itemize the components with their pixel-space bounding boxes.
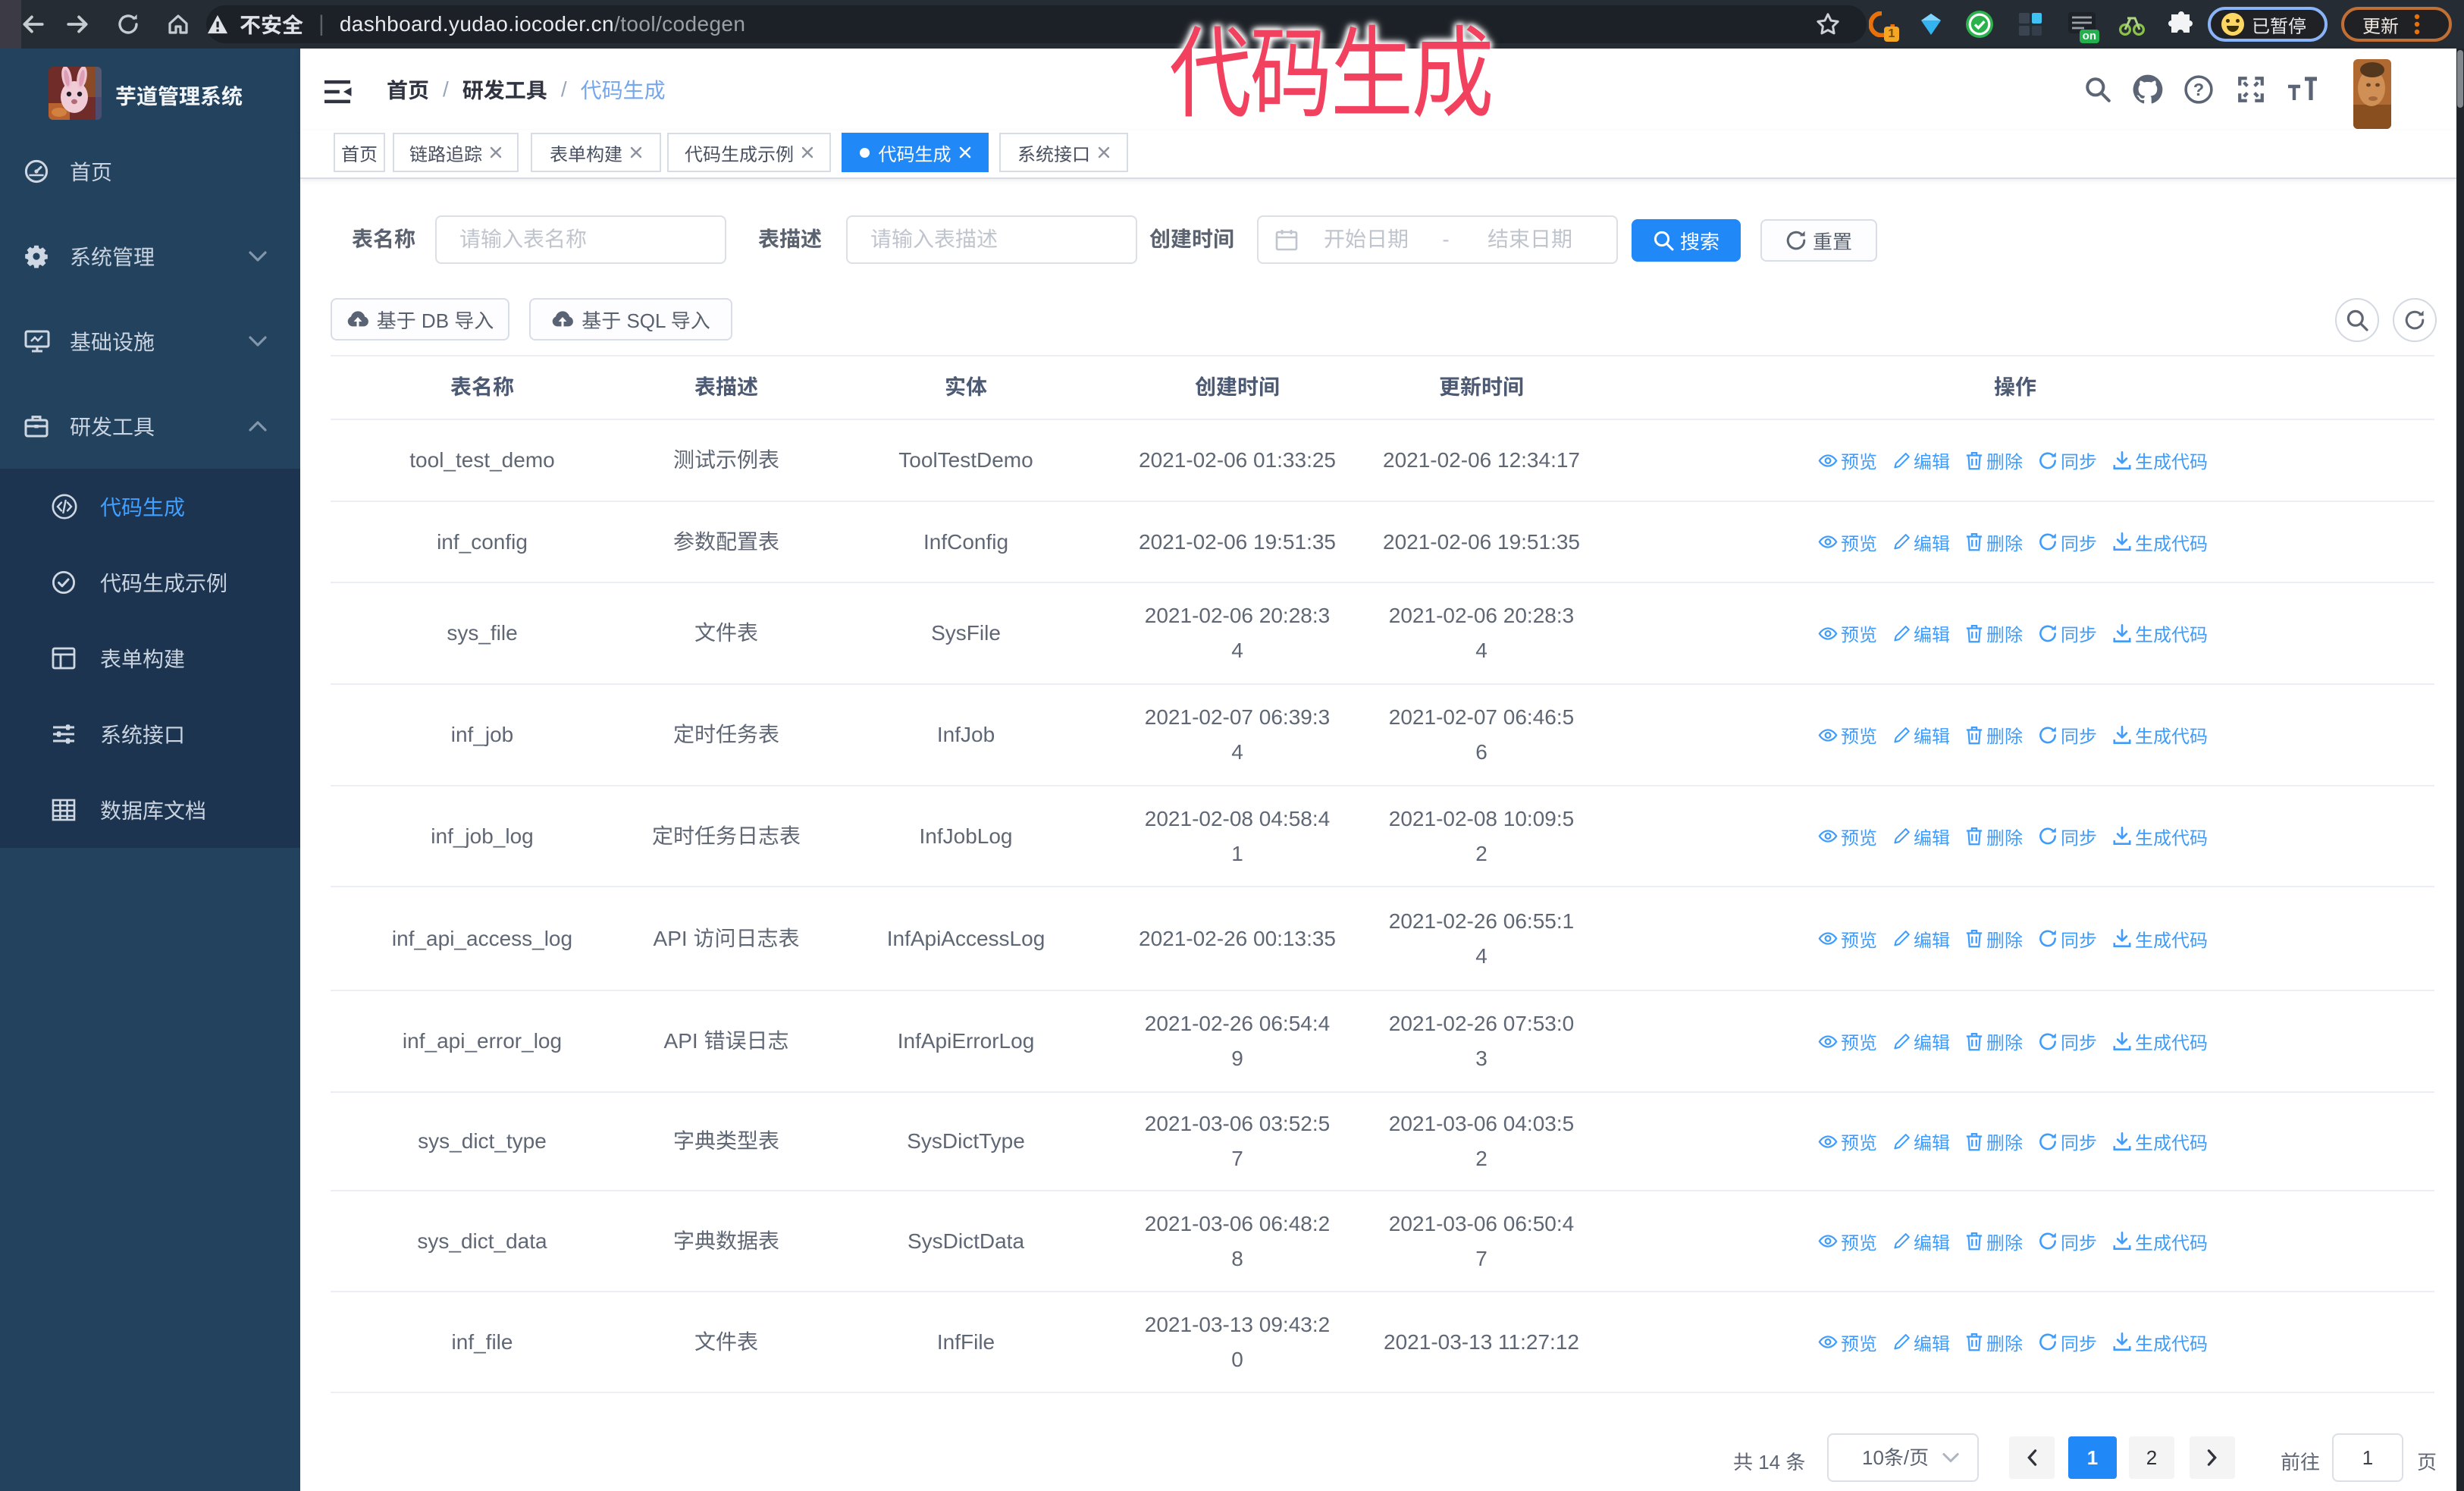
svg-text:?: ?: [2193, 80, 2204, 99]
